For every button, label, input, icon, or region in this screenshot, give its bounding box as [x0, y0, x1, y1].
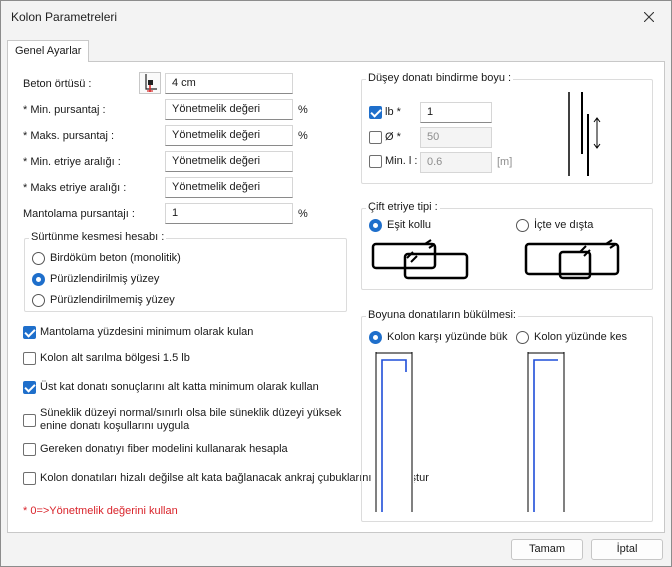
- surtunme-option-0: Birdöküm beton (monolitik): [50, 252, 181, 264]
- surtunme-option-1: Pürüzlendirilmiş yüzey: [50, 273, 160, 285]
- bukulme-option-bukum: Kolon karşı yüzünde bük: [387, 331, 508, 343]
- check-ankraj[interactable]: [23, 472, 36, 485]
- lb-input[interactable]: 1: [420, 102, 492, 123]
- lap-splice-diagram: [546, 92, 632, 176]
- minl-input[interactable]: 0.6: [420, 152, 492, 173]
- etriye-option-icte: İçte ve dışta: [534, 219, 594, 231]
- minl-checkbox[interactable]: [369, 155, 382, 168]
- check-fiber-label: Gereken donatıyı fiber modelini kullanar…: [40, 443, 288, 455]
- maks-pursantaj-input[interactable]: Yönetmelik değeri: [165, 125, 293, 146]
- etriye-tipi-title: Çift etriye tipi :: [366, 201, 440, 213]
- maks-etriye-label: * Maks etriye aralığı :: [23, 182, 127, 194]
- min-pursantaj-label: * Min. pursantaj :: [23, 104, 106, 116]
- bukulme-title: Boyuna donatıların bükülmesi:: [366, 309, 518, 321]
- min-etriye-label: * Min. etriye aralığı :: [23, 156, 121, 168]
- bindirme-title: Düşey donatı bindirme boyu :: [366, 72, 514, 84]
- maks-etriye-input[interactable]: Yönetmelik değeri: [165, 177, 293, 198]
- cover-picker-button[interactable]: [139, 72, 161, 94]
- close-button[interactable]: [633, 5, 665, 29]
- stirrup-inner-outer-diagram: [520, 238, 624, 284]
- bukulme-option-kes: Kolon yüzünde kes: [534, 331, 627, 343]
- min-etriye-input[interactable]: Yönetmelik değeri: [165, 151, 293, 172]
- beton-ortusu-input[interactable]: 4 cm: [165, 73, 293, 94]
- lb-checkbox[interactable]: [369, 106, 382, 119]
- maks-pursantaj-label: * Maks. pursantaj :: [23, 130, 115, 142]
- phi-checkbox[interactable]: [369, 131, 382, 144]
- min-pursantaj-input[interactable]: Yönetmelik değeri: [165, 99, 293, 120]
- check-alt-sarilma[interactable]: [23, 352, 36, 365]
- phi-input[interactable]: 50: [420, 127, 492, 148]
- tab-genel-ayarlar[interactable]: Genel Ayarlar: [7, 40, 89, 62]
- check-suneklik-label-2: enine donatı koşullarını uygula: [40, 420, 190, 432]
- check-mantolama-min-label: Mantolama yüzdesini minimum olarak kulan: [40, 326, 254, 338]
- minl-unit: [m]: [497, 156, 513, 168]
- etriye-radio-icte[interactable]: [516, 219, 529, 232]
- bukulme-radio-bukum[interactable]: [369, 331, 382, 344]
- close-icon: [644, 12, 654, 22]
- tab-label: Genel Ayarlar: [15, 45, 82, 57]
- cancel-button[interactable]: İptal: [591, 539, 663, 560]
- etriye-option-esit: Eşit kollu: [387, 219, 432, 231]
- surtunme-title: Sürtünme kesmesi hesabı :: [29, 231, 167, 243]
- mantolama-unit: %: [298, 208, 308, 220]
- stirrup-equal-diagram: [369, 238, 473, 284]
- bukulme-radio-kes[interactable]: [516, 331, 529, 344]
- bend-at-far-face-diagram: [374, 352, 414, 512]
- etriye-radio-esit[interactable]: [369, 219, 382, 232]
- check-suneklik-label: Süneklik düzeyi normal/sınırlı olsa bile…: [40, 407, 342, 419]
- window-title: Kolon Parametreleri: [11, 10, 118, 24]
- check-ust-kat-label: Üst kat donatı sonuçlarını alt katta min…: [40, 381, 319, 393]
- surtunme-radio-2[interactable]: [32, 294, 45, 307]
- minl-label: Min. l :: [385, 155, 418, 167]
- beton-ortusu-label: Beton örtüsü :: [23, 78, 92, 90]
- dialog-window: Kolon Parametreleri Genel Ayarlar Beton …: [0, 0, 672, 567]
- cut-at-face-diagram: [526, 352, 566, 512]
- ok-button[interactable]: Tamam: [511, 539, 583, 560]
- title-bar: Kolon Parametreleri: [1, 1, 671, 33]
- phi-label: Ø *: [385, 131, 401, 143]
- maks-pursantaj-unit: %: [298, 130, 308, 142]
- check-alt-sarilma-label: Kolon alt sarılma bölgesi 1.5 lb: [40, 352, 190, 364]
- surtunme-radio-1[interactable]: [32, 273, 45, 286]
- mantolama-label: Mantolama pursantajı :: [23, 208, 135, 220]
- surtunme-option-2: Pürüzlendirilmemiş yüzey: [50, 294, 175, 306]
- min-pursantaj-unit: %: [298, 104, 308, 116]
- check-ust-kat[interactable]: [23, 381, 36, 394]
- check-suneklik[interactable]: [23, 414, 36, 427]
- surtunme-radio-0[interactable]: [32, 252, 45, 265]
- note-text: * 0=>Yönetmelik değerini kullan: [23, 505, 178, 517]
- mantolama-input[interactable]: 1: [165, 203, 293, 224]
- settings-panel: Beton örtüsü : 4 cm * Min. pursantaj : Y…: [7, 61, 665, 533]
- check-mantolama-min[interactable]: [23, 326, 36, 339]
- cover-icon: [145, 74, 157, 92]
- check-fiber[interactable]: [23, 443, 36, 456]
- lb-label: lb *: [385, 106, 401, 118]
